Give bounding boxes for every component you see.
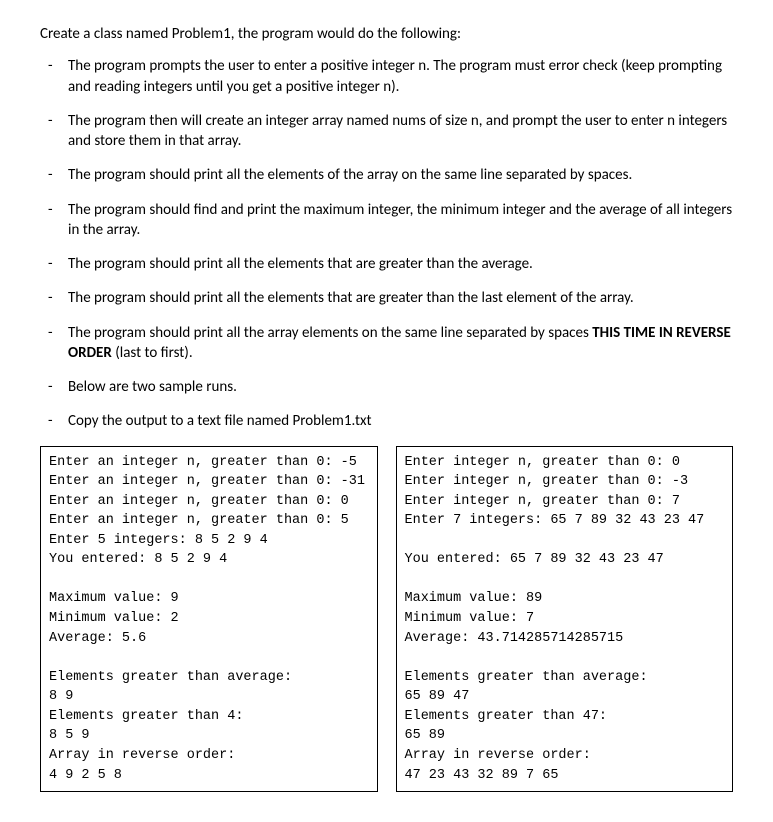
bullet-item: The program should print all the element…: [40, 254, 733, 274]
sample-run-2: Enter integer n, greater than 0: 0 Enter…: [396, 446, 734, 793]
sample-run-1: Enter an integer n, greater than 0: -5 E…: [40, 446, 378, 793]
bullet-item: The program should print all the element…: [40, 288, 733, 308]
bullet-item: The program then will create an integer …: [40, 111, 733, 152]
bullet-item: Below are two sample runs.: [40, 377, 733, 397]
requirements-list: The program prompts the user to enter a …: [40, 56, 733, 431]
bullet-item: The program should find and print the ma…: [40, 200, 733, 241]
bullet-text: The program should print all the array e…: [68, 324, 592, 342]
bullet-item: Copy the output to a text file named Pro…: [40, 411, 733, 431]
bullet-text: (last to first).: [112, 344, 193, 362]
bullet-item: The program prompts the user to enter a …: [40, 56, 733, 97]
bullet-item: The program should print all the array e…: [40, 323, 733, 364]
bullet-item: The program should print all the element…: [40, 165, 733, 185]
sample-runs-row: Enter an integer n, greater than 0: -5 E…: [40, 446, 733, 793]
intro-paragraph: Create a class named Problem1, the progr…: [40, 24, 733, 44]
